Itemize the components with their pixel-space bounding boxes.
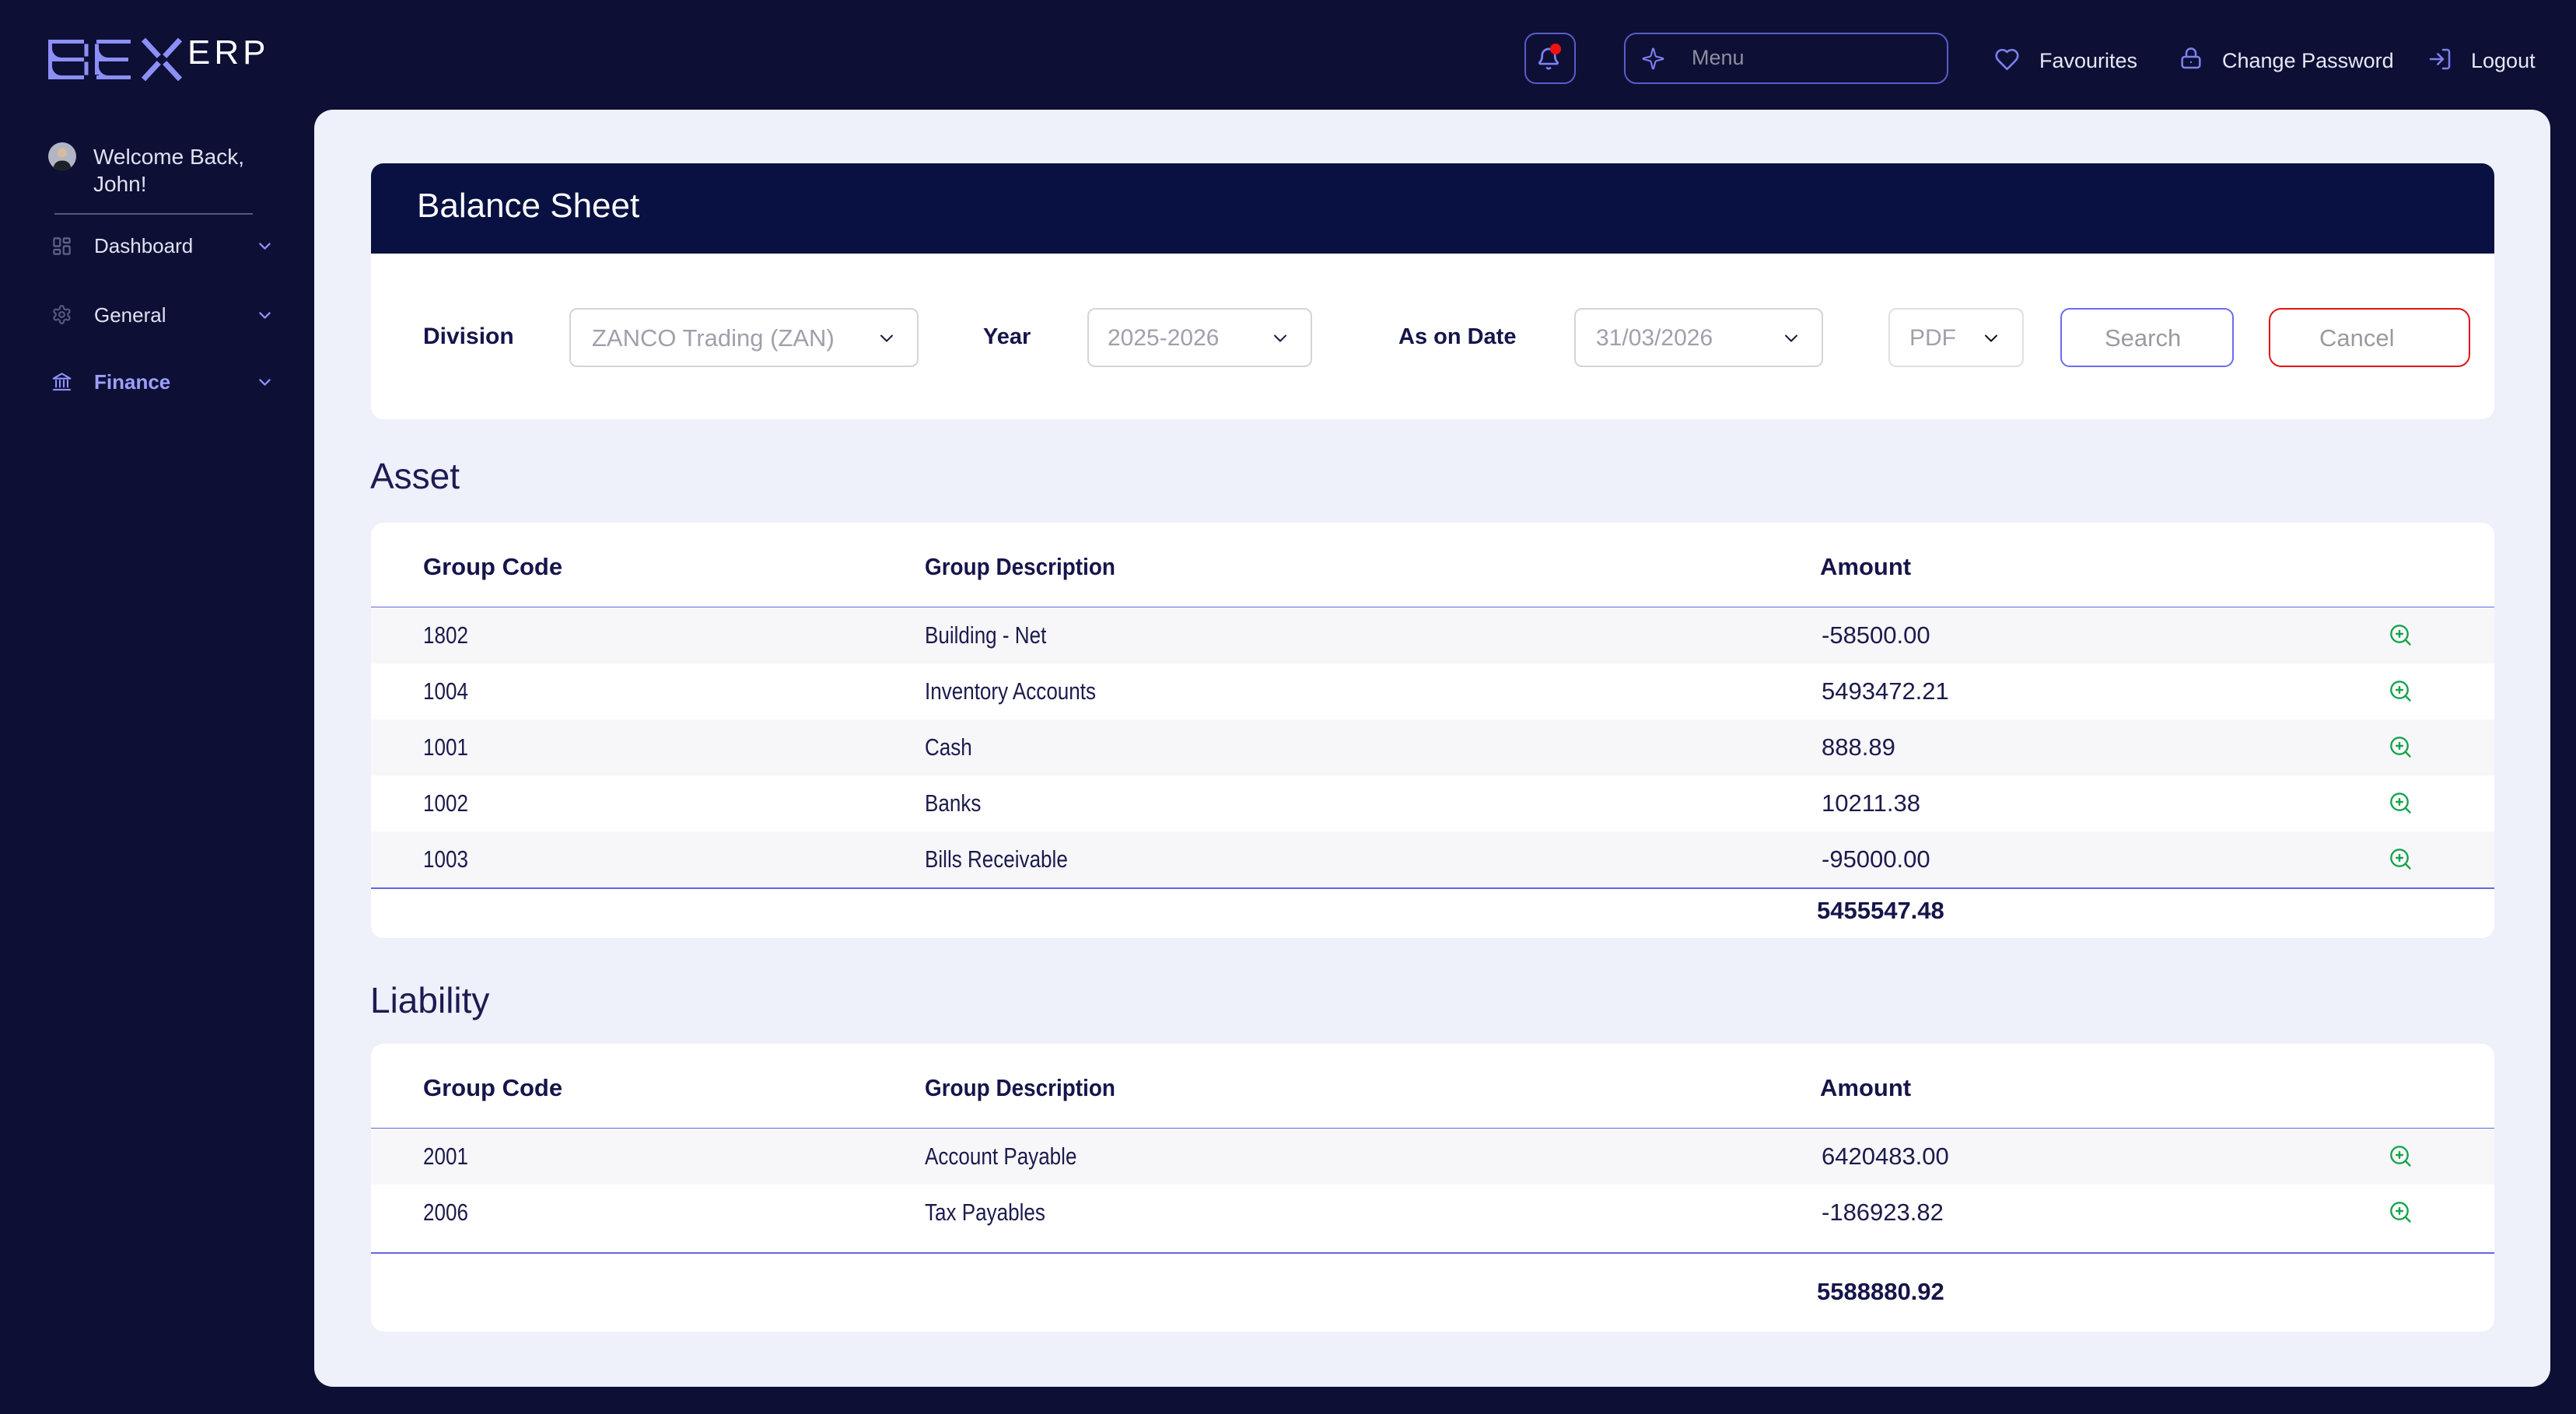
svg-text:ERP: ERP (187, 37, 269, 72)
